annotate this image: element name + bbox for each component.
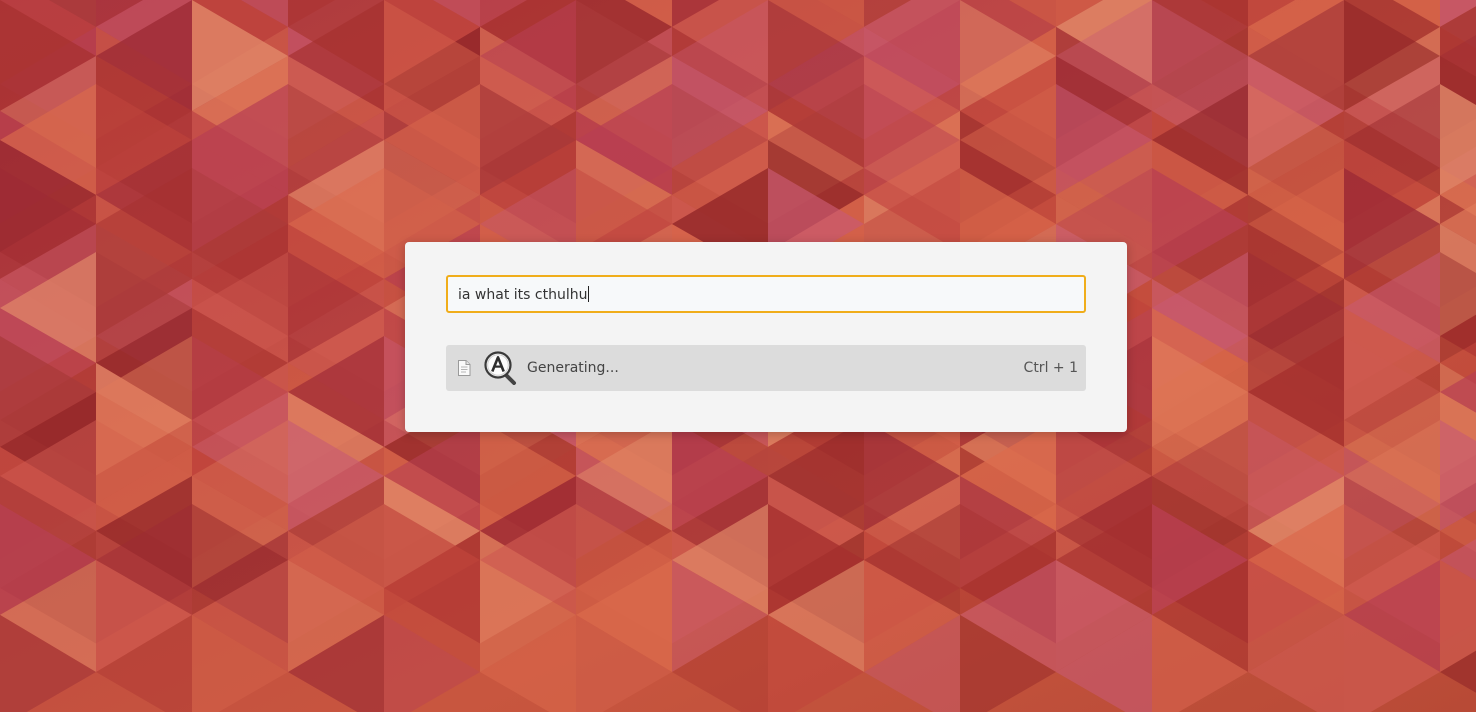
result-shortcut: Ctrl + 1 — [1023, 360, 1078, 376]
app-launcher-panel: ia what its cthulhu Generating... Ctrl +… — [405, 242, 1127, 432]
text-caret — [588, 286, 590, 302]
search-input-text: ia what its cthulhu — [458, 287, 588, 303]
text-document-icon — [457, 360, 471, 380]
search-result-item[interactable]: Generating... Ctrl + 1 — [446, 345, 1086, 391]
search-input[interactable]: ia what its cthulhu — [446, 275, 1086, 313]
accessibility-magnifier-icon — [483, 351, 517, 389]
result-label: Generating... — [527, 360, 619, 376]
